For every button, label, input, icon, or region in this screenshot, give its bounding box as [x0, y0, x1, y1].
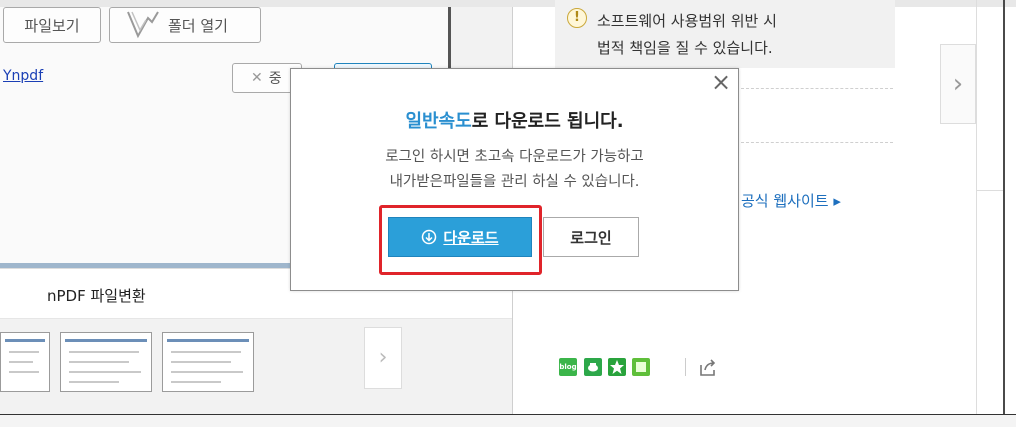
chevron-right-icon: ›	[952, 69, 964, 99]
product-title: nPDF 파일변환	[47, 287, 146, 305]
login-button[interactable]: 로그인	[543, 217, 639, 257]
social-divider	[685, 358, 686, 376]
dialog-description: 로그인 하시면 초고속 다운로드가 가능하고 내가받은파일들을 관리 하실 수 …	[290, 145, 739, 195]
open-folder-label: 폴더 열기	[168, 16, 228, 35]
column-divider	[976, 0, 977, 414]
blog-icon-label: blog	[559, 363, 577, 371]
window-right-border	[1003, 0, 1005, 414]
blog-share-icon[interactable]: blog	[559, 358, 577, 376]
divider	[741, 88, 893, 89]
window-bottom-border	[0, 414, 1016, 427]
screenshot-thumbnail[interactable]	[162, 332, 254, 392]
screenshot-thumbnail[interactable]	[60, 332, 152, 392]
download-icon	[421, 229, 437, 245]
download-button[interactable]: 다운로드	[388, 217, 532, 257]
file-view-button[interactable]: 파일보기	[3, 7, 101, 43]
thumbnail-next-button[interactable]: ›	[364, 327, 402, 389]
description-line: 로그인 하시면 초고속 다운로드가 가능하고	[385, 149, 644, 165]
warning-line: 소프트웨어 사용범위 위반 시	[597, 12, 777, 30]
dialog-title-rest: 로 다운로드 됩니다.	[471, 111, 624, 132]
bookmark-star-icon[interactable]	[608, 358, 626, 376]
memo-share-icon[interactable]	[632, 358, 650, 376]
close-icon[interactable]: ×	[710, 70, 732, 94]
column-divider	[976, 190, 1003, 191]
warning-text: 소프트웨어 사용범위 위반 시 법적 책임을 질 수 있습니다.	[597, 8, 777, 62]
divider	[741, 142, 893, 143]
screenshot-thumbnail[interactable]	[0, 332, 50, 392]
warning-line: 법적 책임을 질 수 있습니다.	[597, 39, 773, 57]
close-x-icon: ✕	[251, 70, 263, 86]
chevron-right-icon: ›	[378, 345, 388, 370]
path-link[interactable]: Ynpdf	[3, 68, 43, 84]
file-view-label: 파일보기	[24, 16, 80, 35]
share-icon[interactable]	[697, 356, 719, 378]
download-button-label: 다운로드	[443, 228, 499, 247]
speed-highlight: 일반속도	[405, 111, 472, 132]
dialog-title: 일반속도로 다운로드 됩니다.	[290, 107, 739, 133]
next-panel-button[interactable]: ›	[940, 44, 976, 124]
login-button-label: 로그인	[570, 228, 612, 247]
folder-icon	[124, 10, 162, 40]
cafe-share-icon[interactable]	[584, 358, 602, 376]
cancel-partial-label: 중	[268, 71, 282, 87]
official-site-link[interactable]: 공식 웹사이트 ▸	[741, 190, 841, 211]
description-line: 내가받은파일들을 관리 하실 수 있습니다.	[389, 174, 640, 190]
warning-icon: !	[567, 8, 587, 28]
open-folder-button[interactable]: 폴더 열기	[109, 7, 261, 43]
